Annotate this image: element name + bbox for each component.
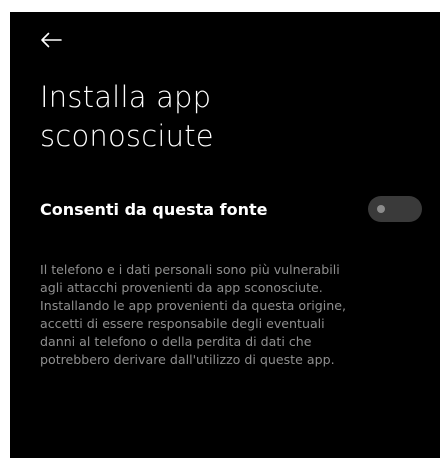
back-arrow-icon bbox=[41, 32, 62, 48]
warning-description: Il telefono e i dati personali sono più … bbox=[40, 262, 346, 367]
setting-label: Consenti da questa fonte bbox=[40, 199, 268, 219]
toggle-knob bbox=[377, 205, 385, 213]
allow-source-toggle[interactable] bbox=[368, 196, 422, 222]
page-title: Installa app sconosciute bbox=[40, 80, 214, 153]
back-button[interactable] bbox=[40, 26, 72, 54]
allow-from-source-setting[interactable]: Consenti da questa fonte bbox=[40, 192, 422, 226]
settings-screen: Installa app sconosciute Consenti da que… bbox=[10, 12, 440, 458]
